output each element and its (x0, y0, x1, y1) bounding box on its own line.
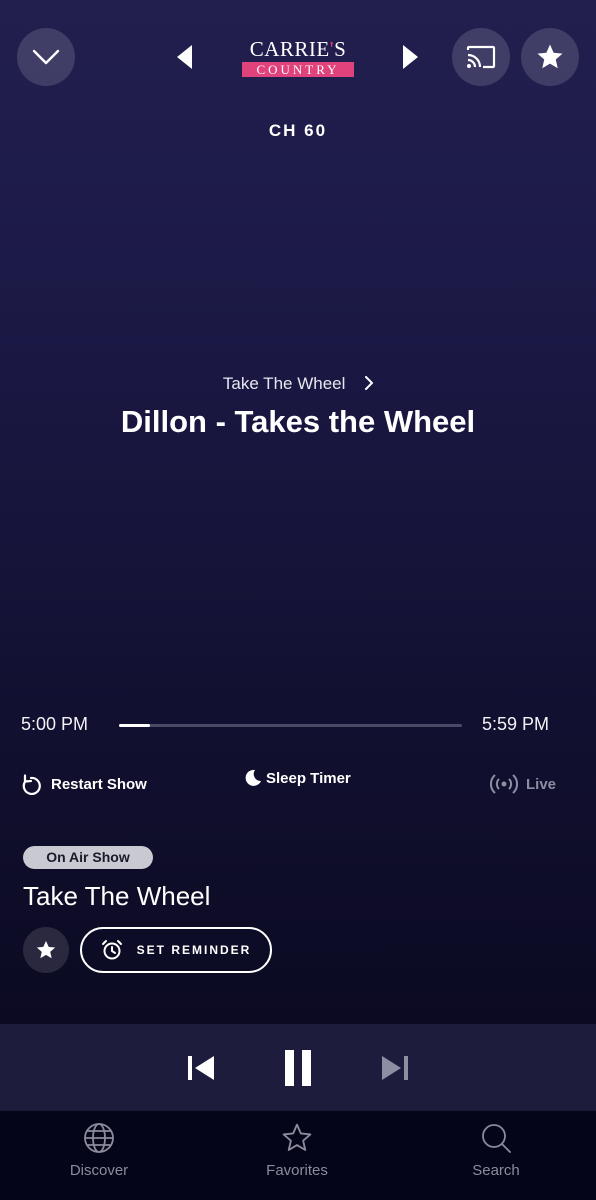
restart-icon (22, 774, 41, 795)
star-outline-icon (282, 1123, 312, 1151)
tab-search[interactable]: Search (436, 1122, 556, 1179)
show-link-label: Take The Wheel (222, 374, 346, 393)
live-label: Live (526, 775, 557, 793)
track-title: Dillon - Takes the Wheel (120, 404, 476, 439)
chevron-right-icon (365, 375, 374, 390)
cast-button[interactable] (452, 28, 510, 86)
pause-button[interactable] (282, 1048, 314, 1088)
skip-forward-icon (382, 1056, 408, 1080)
favorite-show-button[interactable] (23, 927, 69, 973)
alarm-clock-icon (101, 940, 122, 960)
progress-fill (119, 724, 150, 727)
tab-discover[interactable]: Discover (39, 1122, 159, 1179)
favorite-channel-button[interactable] (521, 28, 579, 86)
globe-icon (84, 1123, 114, 1153)
skip-forward-button[interactable] (380, 1054, 410, 1082)
tab-discover-label: Discover (69, 1162, 129, 1179)
channel-number: CH 60 (268, 121, 328, 140)
moon-icon (245, 769, 261, 786)
skip-back-button[interactable] (186, 1054, 216, 1082)
cast-icon (466, 45, 496, 69)
channel-logo: CARRIE'S COUNTRY (236, 38, 360, 80)
collapse-button[interactable] (17, 28, 75, 86)
set-reminder-button[interactable]: SET REMINDER (80, 927, 272, 973)
show-link[interactable]: Take The Wheel (0, 374, 596, 395)
triangle-left-icon (177, 45, 192, 69)
end-time: 5:59 PM (482, 714, 550, 734)
on-air-badge: On Air Show (23, 846, 153, 869)
previous-channel-button[interactable] (170, 40, 200, 74)
skip-back-icon (188, 1056, 214, 1080)
triangle-right-icon (403, 45, 418, 69)
sleep-timer-label: Sleep Timer (266, 769, 351, 787)
broadcast-icon (490, 774, 518, 794)
tab-search-label: Search (472, 1162, 520, 1179)
tab-favorites[interactable]: Favorites (237, 1122, 357, 1179)
live-button[interactable]: Live (490, 773, 556, 795)
next-channel-button[interactable] (395, 40, 425, 74)
on-air-show-title: Take The Wheel (23, 881, 211, 911)
chevron-down-icon (32, 49, 60, 65)
restart-show-label: Restart Show (51, 775, 147, 793)
restart-show-button[interactable]: Restart Show (21, 773, 147, 795)
sleep-timer-button[interactable]: Sleep Timer (244, 769, 351, 787)
start-time: 5:00 PM (21, 714, 89, 734)
set-reminder-label: SET REMINDER (136, 943, 252, 957)
tab-favorites-label: Favorites (266, 1162, 328, 1179)
search-icon (482, 1124, 511, 1153)
star-icon (537, 44, 563, 69)
star-icon (36, 940, 56, 959)
progress-bar[interactable] (119, 724, 462, 727)
pause-icon (285, 1050, 311, 1086)
